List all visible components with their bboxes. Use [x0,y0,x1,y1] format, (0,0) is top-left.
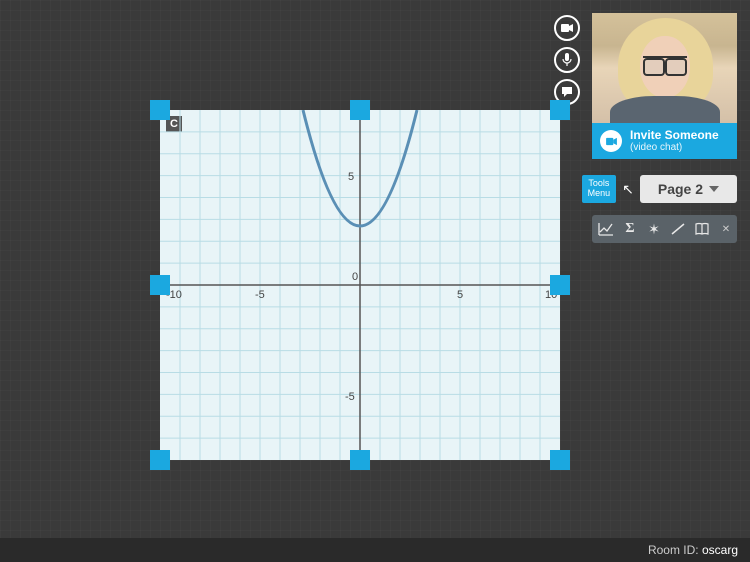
tick-y-neg5: -5 [345,391,355,403]
invite-subtitle: (video chat) [630,142,719,153]
resize-handle-br[interactable] [550,450,570,470]
invite-someone-button[interactable]: Invite Someone (video chat) [592,123,737,159]
page-selector-label: Page 2 [658,181,703,197]
page-selector[interactable]: Page 2 [640,175,737,203]
graph-svg: -10 -5 0 5 10 5 -5 [160,110,560,460]
resize-handle-tr[interactable] [550,100,570,120]
room-id-label: Room ID: [648,543,702,557]
cursor-icon: ↖ [622,181,634,198]
tools-menu-button[interactable]: Tools Menu [582,175,617,203]
tools-row: Tools Menu ↖ Page 2 [582,175,737,203]
line-tool-icon[interactable] [667,218,689,240]
chevron-down-icon [709,186,719,192]
tick-origin: 0 [352,271,358,283]
video-thumbnail[interactable] [592,13,737,123]
star-icon[interactable]: ✶ [643,218,665,240]
graph-canvas[interactable]: C [160,110,560,460]
resize-handle-tm[interactable] [350,100,370,120]
footer-bar: Room ID: oscarg [0,538,750,562]
microphone-icon[interactable] [554,47,580,73]
resize-handle-bm[interactable] [350,450,370,470]
resize-handle-tl[interactable] [150,100,170,120]
room-id-value: oscarg [702,543,738,557]
camera-icon[interactable] [554,15,580,41]
book-icon[interactable] [691,218,713,240]
tick-x-neg5: -5 [255,289,265,301]
tick-x-5: 5 [457,289,463,301]
invite-title: Invite Someone [630,129,719,142]
video-controls [554,15,580,105]
close-icon[interactable]: ✕ [718,218,734,240]
tick-y-5: 5 [348,171,354,183]
resize-handle-bl[interactable] [150,450,170,470]
graph-object[interactable]: C [160,110,560,460]
resize-handle-ml[interactable] [150,275,170,295]
video-panel: Invite Someone (video chat) [592,13,737,159]
invite-camera-icon [600,130,622,152]
sigma-icon[interactable]: Σ [619,218,641,240]
resize-handle-mr[interactable] [550,275,570,295]
graph-tool-icon[interactable] [595,218,617,240]
tool-bar: Σ ✶ ✕ [592,215,737,243]
